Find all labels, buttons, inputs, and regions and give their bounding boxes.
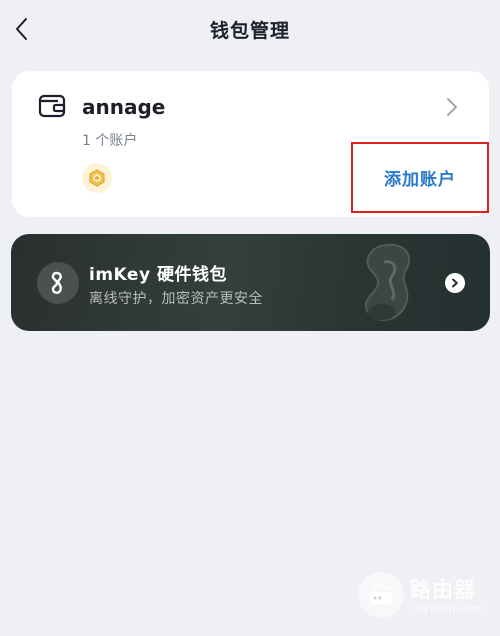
router-logo-icon (358, 572, 404, 618)
wallet-icon (38, 94, 66, 118)
watermark-text: 路由器 (410, 578, 476, 602)
chevron-right-circle-icon[interactable] (445, 273, 465, 293)
wallet-name: annage (82, 95, 166, 119)
imkey-banner[interactable]: imKey 硬件钱包 离线守护，加密资产更安全 (11, 234, 490, 331)
cube-icon (82, 163, 112, 193)
account-count: 1 个账户 (82, 133, 138, 149)
watermark-url: luyouqi.com (412, 602, 485, 615)
add-account-label: 添加账户 (384, 170, 456, 190)
page-title: 钱包管理 (209, 20, 290, 42)
imkey-logo-icon (37, 262, 79, 304)
chevron-right-icon[interactable] (445, 96, 459, 118)
imkey-title: imKey 硬件钱包 (89, 265, 227, 285)
add-account-button[interactable]: 添加账户 (351, 142, 489, 213)
hardware-device-icon (364, 243, 411, 321)
imkey-subtitle: 离线守护，加密资产更安全 (89, 291, 263, 307)
header: 钱包管理 (0, 0, 500, 58)
wallet-management-page: 钱包管理 annage 1 个账户 添加账户 imKey 硬件钱包 离线守护，加… (0, 0, 500, 636)
watermark: 路由器 luyouqi.com (358, 572, 494, 622)
